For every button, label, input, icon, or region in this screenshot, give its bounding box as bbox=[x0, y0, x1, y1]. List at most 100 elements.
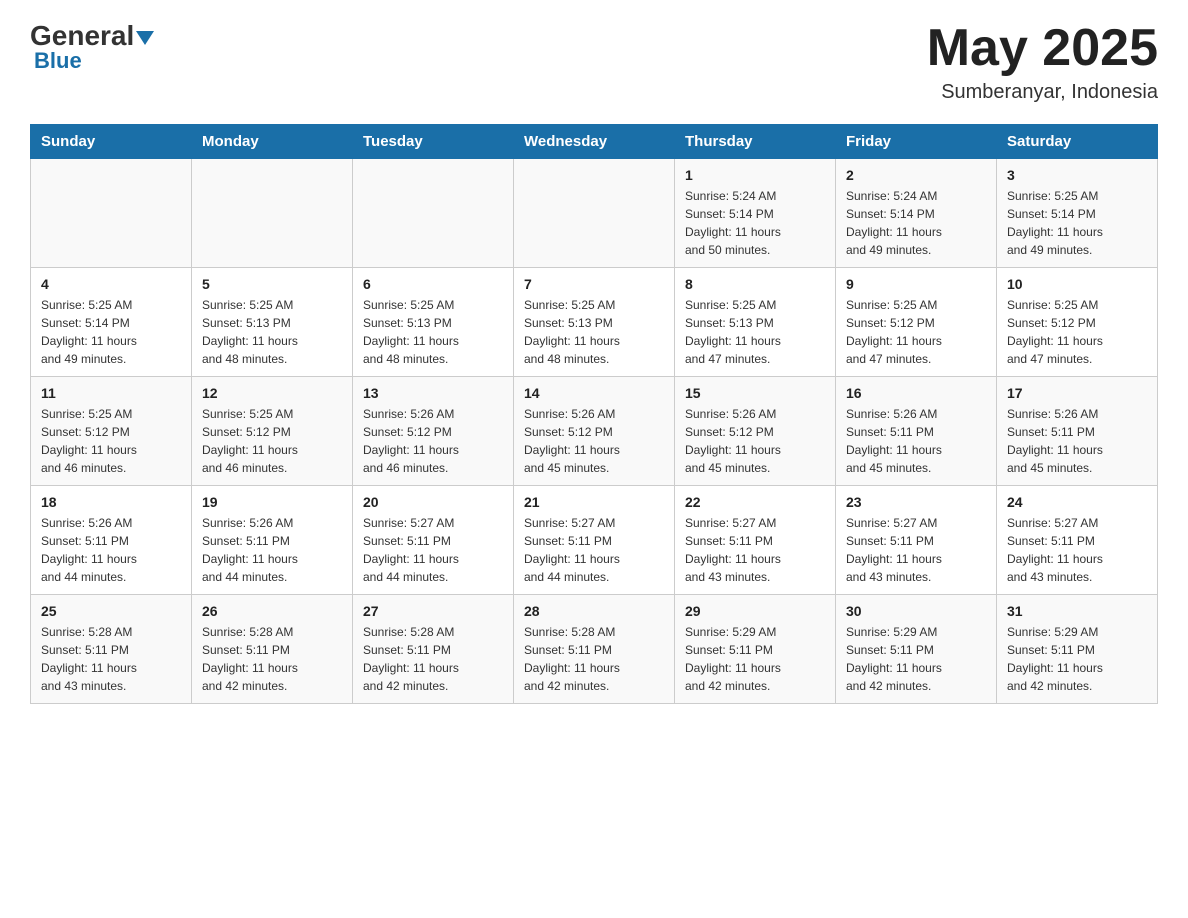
sun-info: Sunrise: 5:26 AMSunset: 5:12 PMDaylight:… bbox=[363, 405, 503, 477]
day-number: 9 bbox=[846, 276, 986, 292]
table-row: 3 Sunrise: 5:25 AMSunset: 5:14 PMDaylight… bbox=[997, 159, 1158, 268]
day-number: 11 bbox=[41, 385, 181, 401]
calendar-week-row: 1 Sunrise: 5:24 AMSunset: 5:14 PMDaylight… bbox=[31, 159, 1158, 268]
sun-info: Sunrise: 5:27 AMSunset: 5:11 PMDaylight:… bbox=[685, 514, 825, 586]
logo-blue-text: Blue bbox=[34, 48, 82, 74]
day-number: 23 bbox=[846, 494, 986, 510]
table-row: 21 Sunrise: 5:27 AMSunset: 5:11 PMDayligh… bbox=[514, 486, 675, 595]
table-row: 11 Sunrise: 5:25 AMSunset: 5:12 PMDayligh… bbox=[31, 377, 192, 486]
day-number: 24 bbox=[1007, 494, 1147, 510]
logo: General Blue bbox=[30, 20, 154, 74]
table-row: 12 Sunrise: 5:25 AMSunset: 5:12 PMDayligh… bbox=[192, 377, 353, 486]
sun-info: Sunrise: 5:26 AMSunset: 5:12 PMDaylight:… bbox=[685, 405, 825, 477]
sun-info: Sunrise: 5:27 AMSunset: 5:11 PMDaylight:… bbox=[846, 514, 986, 586]
day-number: 2 bbox=[846, 167, 986, 183]
table-row: 15 Sunrise: 5:26 AMSunset: 5:12 PMDayligh… bbox=[675, 377, 836, 486]
col-friday: Friday bbox=[836, 125, 997, 159]
sun-info: Sunrise: 5:24 AMSunset: 5:14 PMDaylight:… bbox=[685, 187, 825, 259]
sun-info: Sunrise: 5:25 AMSunset: 5:12 PMDaylight:… bbox=[1007, 296, 1147, 368]
sun-info: Sunrise: 5:25 AMSunset: 5:13 PMDaylight:… bbox=[685, 296, 825, 368]
col-thursday: Thursday bbox=[675, 125, 836, 159]
day-number: 30 bbox=[846, 603, 986, 619]
sun-info: Sunrise: 5:25 AMSunset: 5:12 PMDaylight:… bbox=[41, 405, 181, 477]
title-block: May 2025 Sumberanyar, Indonesia bbox=[927, 20, 1158, 104]
sun-info: Sunrise: 5:25 AMSunset: 5:12 PMDaylight:… bbox=[202, 405, 342, 477]
table-row bbox=[31, 159, 192, 268]
table-row bbox=[514, 159, 675, 268]
sun-info: Sunrise: 5:28 AMSunset: 5:11 PMDaylight:… bbox=[363, 623, 503, 695]
sun-info: Sunrise: 5:25 AMSunset: 5:13 PMDaylight:… bbox=[363, 296, 503, 368]
day-number: 3 bbox=[1007, 167, 1147, 183]
day-number: 21 bbox=[524, 494, 664, 510]
day-number: 13 bbox=[363, 385, 503, 401]
day-number: 25 bbox=[41, 603, 181, 619]
table-row: 27 Sunrise: 5:28 AMSunset: 5:11 PMDayligh… bbox=[353, 595, 514, 704]
table-row: 25 Sunrise: 5:28 AMSunset: 5:11 PMDayligh… bbox=[31, 595, 192, 704]
page-header: General Blue May 2025 Sumberanyar, Indon… bbox=[30, 20, 1158, 104]
day-number: 16 bbox=[846, 385, 986, 401]
sun-info: Sunrise: 5:26 AMSunset: 5:12 PMDaylight:… bbox=[524, 405, 664, 477]
table-row: 6Sunrise: 5:25 AMSunset: 5:13 PMDaylight… bbox=[353, 268, 514, 377]
table-row: 30 Sunrise: 5:29 AMSunset: 5:11 PMDayligh… bbox=[836, 595, 997, 704]
table-row: 17 Sunrise: 5:26 AMSunset: 5:11 PMDayligh… bbox=[997, 377, 1158, 486]
day-number: 20 bbox=[363, 494, 503, 510]
table-row: 28Sunrise: 5:28 AMSunset: 5:11 PMDayligh… bbox=[514, 595, 675, 704]
day-number: 29 bbox=[685, 603, 825, 619]
month-year-title: May 2025 bbox=[927, 20, 1158, 77]
sun-info: Sunrise: 5:27 AMSunset: 5:11 PMDaylight:… bbox=[524, 514, 664, 586]
logo-triangle-icon bbox=[136, 31, 154, 45]
col-monday: Monday bbox=[192, 125, 353, 159]
day-number: 27 bbox=[363, 603, 503, 619]
table-row: 16 Sunrise: 5:26 AMSunset: 5:11 PMDayligh… bbox=[836, 377, 997, 486]
sun-info: Sunrise: 5:26 AMSunset: 5:11 PMDaylight:… bbox=[846, 405, 986, 477]
table-row: 5Sunrise: 5:25 AMSunset: 5:13 PMDaylight… bbox=[192, 268, 353, 377]
table-row bbox=[192, 159, 353, 268]
day-number: 22 bbox=[685, 494, 825, 510]
table-row: 1 Sunrise: 5:24 AMSunset: 5:14 PMDaylight… bbox=[675, 159, 836, 268]
day-number: 18 bbox=[41, 494, 181, 510]
sun-info: Sunrise: 5:29 AMSunset: 5:11 PMDaylight:… bbox=[1007, 623, 1147, 695]
sun-info: Sunrise: 5:27 AMSunset: 5:11 PMDaylight:… bbox=[1007, 514, 1147, 586]
sun-info: Sunrise: 5:25 AMSunset: 5:14 PMDaylight:… bbox=[41, 296, 181, 368]
table-row: 10 Sunrise: 5:25 AMSunset: 5:12 PMDayligh… bbox=[997, 268, 1158, 377]
col-tuesday: Tuesday bbox=[353, 125, 514, 159]
sun-info: Sunrise: 5:26 AMSunset: 5:11 PMDaylight:… bbox=[1007, 405, 1147, 477]
calendar-week-row: 11 Sunrise: 5:25 AMSunset: 5:12 PMDayligh… bbox=[31, 377, 1158, 486]
sun-info: Sunrise: 5:26 AMSunset: 5:11 PMDaylight:… bbox=[41, 514, 181, 586]
day-number: 8 bbox=[685, 276, 825, 292]
sun-info: Sunrise: 5:25 AMSunset: 5:13 PMDaylight:… bbox=[202, 296, 342, 368]
day-number: 14 bbox=[524, 385, 664, 401]
table-row bbox=[353, 159, 514, 268]
table-row: 2Sunrise: 5:24 AMSunset: 5:14 PMDaylight… bbox=[836, 159, 997, 268]
table-row: 20Sunrise: 5:27 AMSunset: 5:11 PMDayligh… bbox=[353, 486, 514, 595]
day-number: 10 bbox=[1007, 276, 1147, 292]
col-saturday: Saturday bbox=[997, 125, 1158, 159]
sun-info: Sunrise: 5:28 AMSunset: 5:11 PMDaylight:… bbox=[202, 623, 342, 695]
col-wednesday: Wednesday bbox=[514, 125, 675, 159]
day-number: 4 bbox=[41, 276, 181, 292]
sun-info: Sunrise: 5:25 AMSunset: 5:13 PMDaylight:… bbox=[524, 296, 664, 368]
table-row: 9 Sunrise: 5:25 AMSunset: 5:12 PMDaylight… bbox=[836, 268, 997, 377]
day-number: 15 bbox=[685, 385, 825, 401]
table-row: 13 Sunrise: 5:26 AMSunset: 5:12 PMDayligh… bbox=[353, 377, 514, 486]
sun-info: Sunrise: 5:28 AMSunset: 5:11 PMDaylight:… bbox=[41, 623, 181, 695]
calendar-week-row: 25 Sunrise: 5:28 AMSunset: 5:11 PMDayligh… bbox=[31, 595, 1158, 704]
table-row: 24 Sunrise: 5:27 AMSunset: 5:11 PMDayligh… bbox=[997, 486, 1158, 595]
sun-info: Sunrise: 5:25 AMSunset: 5:12 PMDaylight:… bbox=[846, 296, 986, 368]
day-number: 12 bbox=[202, 385, 342, 401]
table-row: 22 Sunrise: 5:27 AMSunset: 5:11 PMDayligh… bbox=[675, 486, 836, 595]
day-number: 19 bbox=[202, 494, 342, 510]
calendar-header-row: Sunday Monday Tuesday Wednesday Thursday… bbox=[31, 125, 1158, 159]
calendar-table: Sunday Monday Tuesday Wednesday Thursday… bbox=[30, 124, 1158, 704]
table-row: 23 Sunrise: 5:27 AMSunset: 5:11 PMDayligh… bbox=[836, 486, 997, 595]
table-row: 29Sunrise: 5:29 AMSunset: 5:11 PMDayligh… bbox=[675, 595, 836, 704]
table-row: 14 Sunrise: 5:26 AMSunset: 5:12 PMDayligh… bbox=[514, 377, 675, 486]
day-number: 1 bbox=[685, 167, 825, 183]
sun-info: Sunrise: 5:29 AMSunset: 5:11 PMDaylight:… bbox=[846, 623, 986, 695]
table-row: 26Sunrise: 5:28 AMSunset: 5:11 PMDayligh… bbox=[192, 595, 353, 704]
calendar-week-row: 18 Sunrise: 5:26 AMSunset: 5:11 PMDayligh… bbox=[31, 486, 1158, 595]
sun-info: Sunrise: 5:26 AMSunset: 5:11 PMDaylight:… bbox=[202, 514, 342, 586]
sun-info: Sunrise: 5:25 AMSunset: 5:14 PMDaylight:… bbox=[1007, 187, 1147, 259]
day-number: 17 bbox=[1007, 385, 1147, 401]
table-row: 18 Sunrise: 5:26 AMSunset: 5:11 PMDayligh… bbox=[31, 486, 192, 595]
